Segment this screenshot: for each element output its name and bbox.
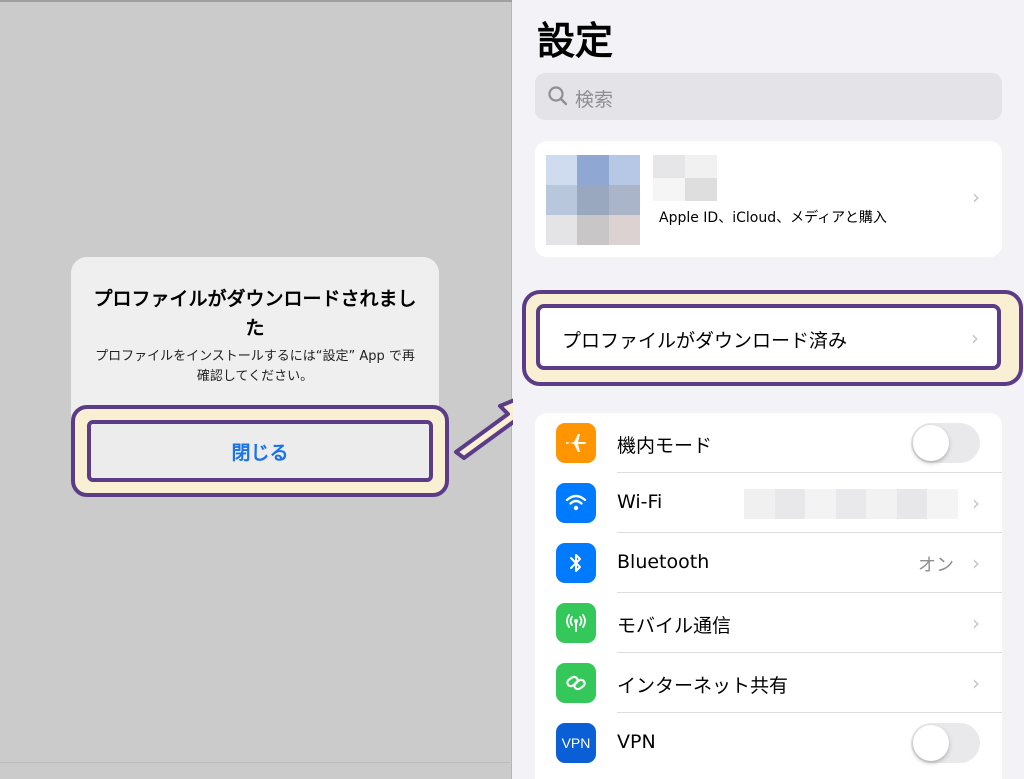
chevron-right-icon: › [972, 491, 980, 515]
settings-row-label: インターネット共有 [617, 675, 789, 697]
close-button-label: 閉じる [231, 441, 289, 464]
settings-row-label: Wi-Fi [617, 491, 663, 513]
settings-row-label: 機内モード [617, 435, 713, 457]
profile-row-highlight: プロファイルがダウンロード済み › [522, 290, 1023, 386]
airplane-icon [556, 423, 596, 463]
bluetooth-status: オン [918, 555, 954, 576]
chevron-right-icon: › [972, 185, 980, 209]
avatar [546, 155, 640, 245]
search-field[interactable]: 検索 [535, 73, 1002, 120]
toggle-knob [913, 425, 949, 461]
settings-row-airplane[interactable]: 機内モード [535, 413, 1002, 473]
vpn-toggle[interactable] [911, 723, 980, 763]
settings-pane: 設定 検索 Apple ID、iCloud、メディアと購入 › プロファイルがダ… [513, 0, 1024, 779]
wifi-icon [556, 483, 596, 523]
settings-row-label: VPN [617, 731, 656, 753]
settings-row-label: モバイル通信 [617, 615, 732, 637]
airplane-toggle[interactable] [911, 423, 980, 463]
vpn-icon: VPN [556, 723, 596, 763]
profile-downloaded-alert: プロファイルがダウンロードされました プロファイルをインストールするには“設定”… [71, 257, 449, 497]
toggle-knob [913, 725, 949, 761]
alert-message: プロファイルをインストールするには“設定” App で再確認してください。 [95, 349, 415, 384]
left-pane: プロファイルがダウンロードされました プロファイルをインストールするには“設定”… [0, 0, 512, 779]
bluetooth-icon [556, 543, 596, 583]
chevron-right-icon: › [971, 326, 979, 350]
wifi-network-redacted [744, 489, 958, 519]
link-icon [556, 663, 596, 703]
chevron-right-icon: › [972, 671, 980, 695]
profile-downloaded-row[interactable]: プロファイルがダウンロード済み › [536, 304, 1001, 370]
settings-row-label: Bluetooth [617, 551, 710, 573]
chevron-right-icon: › [972, 551, 980, 575]
account-name-redacted [653, 155, 717, 201]
apple-id-card[interactable]: Apple ID、iCloud、メディアと購入 › [535, 141, 1002, 257]
search-icon [548, 86, 568, 106]
vpn-icon-text: VPN [561, 735, 591, 751]
antenna-icon [556, 603, 596, 643]
settings-row-bluetooth[interactable]: Bluetooth オン › [535, 533, 1002, 593]
settings-row-mobile-data[interactable]: モバイル通信 › [535, 593, 1002, 653]
chevron-right-icon: › [972, 611, 980, 635]
settings-row-hotspot[interactable]: インターネット共有 › [535, 653, 1002, 713]
alert-title: プロファイルがダウンロードされました [93, 288, 417, 339]
close-button[interactable]: 閉じる [87, 420, 433, 482]
settings-row-wifi[interactable]: Wi-Fi › [535, 473, 1002, 533]
profile-downloaded-label: プロファイルがダウンロード済み [562, 330, 848, 352]
apple-id-label: Apple ID、iCloud、メディアと購入 [659, 210, 887, 226]
close-button-highlight: 閉じる [71, 405, 449, 497]
settings-list: 機内モード Wi-Fi › Bluetooth オン › モバイル通信 › イン… [535, 413, 1002, 779]
top-divider [0, 0, 512, 2]
bottom-divider [0, 762, 512, 763]
settings-row-vpn[interactable]: VPN VPN [535, 713, 1002, 773]
search-placeholder: 検索 [575, 89, 614, 111]
page-title: 設定 [537, 19, 614, 63]
